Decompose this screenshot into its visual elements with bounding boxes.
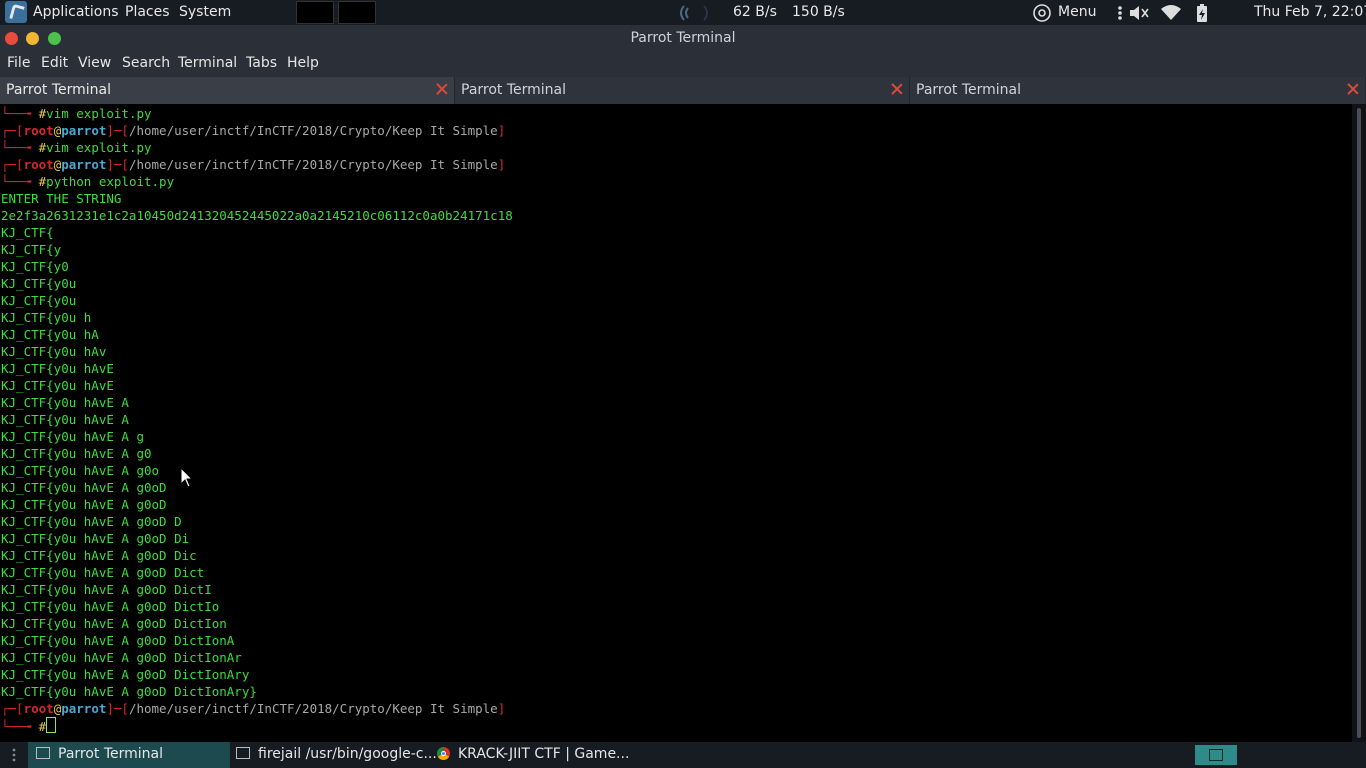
terminal-icon [236,747,250,759]
scrollbar-thumb[interactable] [1357,108,1361,738]
battery-charging-icon[interactable] [1195,3,1209,23]
workspace-switcher[interactable] [1195,745,1237,765]
output-line: KJ_CTF{y0u [1,293,77,308]
output-line: KJ_CTF{y0u hAvE A g0oD DictI [1,582,212,597]
applications-menu[interactable]: Applications [33,4,119,20]
system-menu[interactable]: System [179,4,231,20]
output-line: ENTER THE STRING [1,191,122,206]
output-line: KJ_CTF{y0u h [1,310,92,325]
workspace-2[interactable] [338,1,376,24]
output-line: KJ_CTF{y0u hAvE A g0 [1,446,152,461]
menu-edit[interactable]: Edit [41,55,68,71]
output-line: KJ_CTF{y0u hAvE A g [1,429,144,444]
net-down-speed: 62 B/s [733,4,777,20]
output-line: KJ_CTF{y0u hAvE A g0oD [1,497,167,512]
output-line: KJ_CTF{y0u hAvE A g0oD DictIonAry [1,667,250,682]
terminal-command-line: └──╼ #vim exploit.py [1,140,152,155]
top-panel: Applications Places System 62 B/s 150 B/… [0,0,1366,25]
close-window-button[interactable] [5,32,18,45]
output-line: KJ_CTF{y0u hAvE A g0oD DictIonA [1,633,235,648]
output-line: 2e2f3a2631231e1c2a10450d241320452445022a… [1,208,513,223]
terminal-prompt-line: ┌─[root@parrot]─[/home/user/inctf/InCTF/… [1,123,506,138]
minimize-window-button[interactable] [26,32,39,45]
menubar: File Edit View Search Terminal Tabs Help [0,52,1366,77]
menu-search[interactable]: Search [122,55,170,71]
menu-help[interactable]: Help [287,55,319,71]
chrome-icon [437,747,450,760]
clock[interactable]: Thu Feb 7, 22:07 [1254,4,1366,20]
kebab-menu-icon[interactable] [1116,4,1124,22]
taskbar-item-firejail[interactable]: firejail /usr/bin/google-c... [236,742,437,768]
menu-file[interactable]: File [7,55,30,71]
tab-label: Parrot Terminal [916,82,1022,98]
volume-muted-icon[interactable] [1128,4,1150,22]
output-line: KJ_CTF{y0u hAvE A g0oD Dic [1,548,197,563]
output-line: KJ_CTF{ [1,225,54,240]
terminal-command-line: └──╼ #vim exploit.py [1,106,152,121]
main-menu-button[interactable]: Menu [1058,4,1096,20]
output-line: KJ_CTF{y0u hAvE A g0oD D [1,514,182,529]
tab-terminal-1[interactable]: Parrot Terminal [0,77,455,104]
places-menu[interactable]: Places [125,4,170,20]
tab-terminal-2[interactable]: Parrot Terminal [455,77,910,104]
output-line: KJ_CTF{y0u hAv [1,344,107,359]
tab-close-icon[interactable] [891,83,903,95]
output-line: KJ_CTF{y0u hAvE A [1,412,129,427]
output-line: KJ_CTF{y0u hAvE A g0oD DictIonAr [1,650,242,665]
menu-tabs[interactable]: Tabs [246,55,277,71]
output-line: KJ_CTF{y0u [1,276,77,291]
terminal-prompt-line: ┌─[root@parrot]─[/home/user/inctf/InCTF/… [1,157,506,172]
tab-label: Parrot Terminal [6,82,112,98]
output-line: KJ_CTF{y0u hAvE A g0oD Dict [1,565,205,580]
network-monitor-icon [680,5,708,21]
terminal-prompt-line: ┌─[root@parrot]─[/home/user/inctf/InCTF/… [1,701,506,716]
output-line: KJ_CTF{y0u hAvE [1,378,114,393]
net-up-speed: 150 B/s [792,4,845,20]
tab-bar: Parrot Terminal Parrot Terminal Parrot T… [0,77,1366,104]
taskbar-item-chrome[interactable]: KRACK-JIIT CTF | Game... [437,742,637,768]
tab-label: Parrot Terminal [461,82,567,98]
output-line: KJ_CTF{y0u hAvE A g0oD DictIon [1,616,227,631]
taskbar-handle-icon [12,748,16,762]
taskbar-item-parrot-terminal[interactable]: Parrot Terminal [28,742,230,768]
tab-close-icon[interactable] [1347,83,1359,95]
terminal-command-line: └──╼ #python exploit.py [1,174,175,189]
window-title: Parrot Terminal [630,30,736,46]
mouse-pointer-icon [180,467,194,488]
output-line: KJ_CTF{y0u hAvE [1,361,114,376]
output-line: KJ_CTF{y0u hAvE A g0oD DictIo [1,599,220,614]
wifi-icon[interactable] [1160,3,1182,23]
terminal-icon [36,747,50,759]
output-line: KJ_CTF{y0u hA [1,327,99,342]
terminal-output[interactable]: └──╼ #vim exploit.py ┌─[root@parrot]─[/h… [0,104,1352,742]
terminal-scrollbar[interactable] [1352,104,1366,742]
output-line: KJ_CTF{y0u hAvE A g0oD Di [1,531,190,546]
text-cursor [46,717,57,733]
output-line: KJ_CTF{y0 [1,259,69,274]
tab-close-icon[interactable] [436,83,448,95]
output-line: KJ_CTF{y [1,242,62,257]
taskbar: Parrot Terminal firejail /usr/bin/google… [0,742,1366,768]
output-line: KJ_CTF{y0u hAvE A g0oD [1,480,167,495]
menu-power-icon[interactable] [1032,3,1052,23]
menu-view[interactable]: View [78,55,111,71]
terminal-icon [1209,749,1223,761]
output-line: KJ_CTF{y0u hAvE A g0o [1,463,160,478]
output-line: KJ_CTF{y0u hAvE A [1,395,129,410]
workspace-1[interactable] [296,1,334,24]
window-titlebar[interactable]: Parrot Terminal [0,25,1366,52]
parrot-logo-icon[interactable] [5,1,27,23]
output-line: KJ_CTF{y0u hAvE A g0oD DictIonAry} [1,684,257,699]
menu-terminal[interactable]: Terminal [178,55,237,71]
tab-terminal-3[interactable]: Parrot Terminal [910,77,1366,104]
maximize-window-button[interactable] [48,32,61,45]
terminal-input-line[interactable]: └──╼ # [1,717,57,734]
